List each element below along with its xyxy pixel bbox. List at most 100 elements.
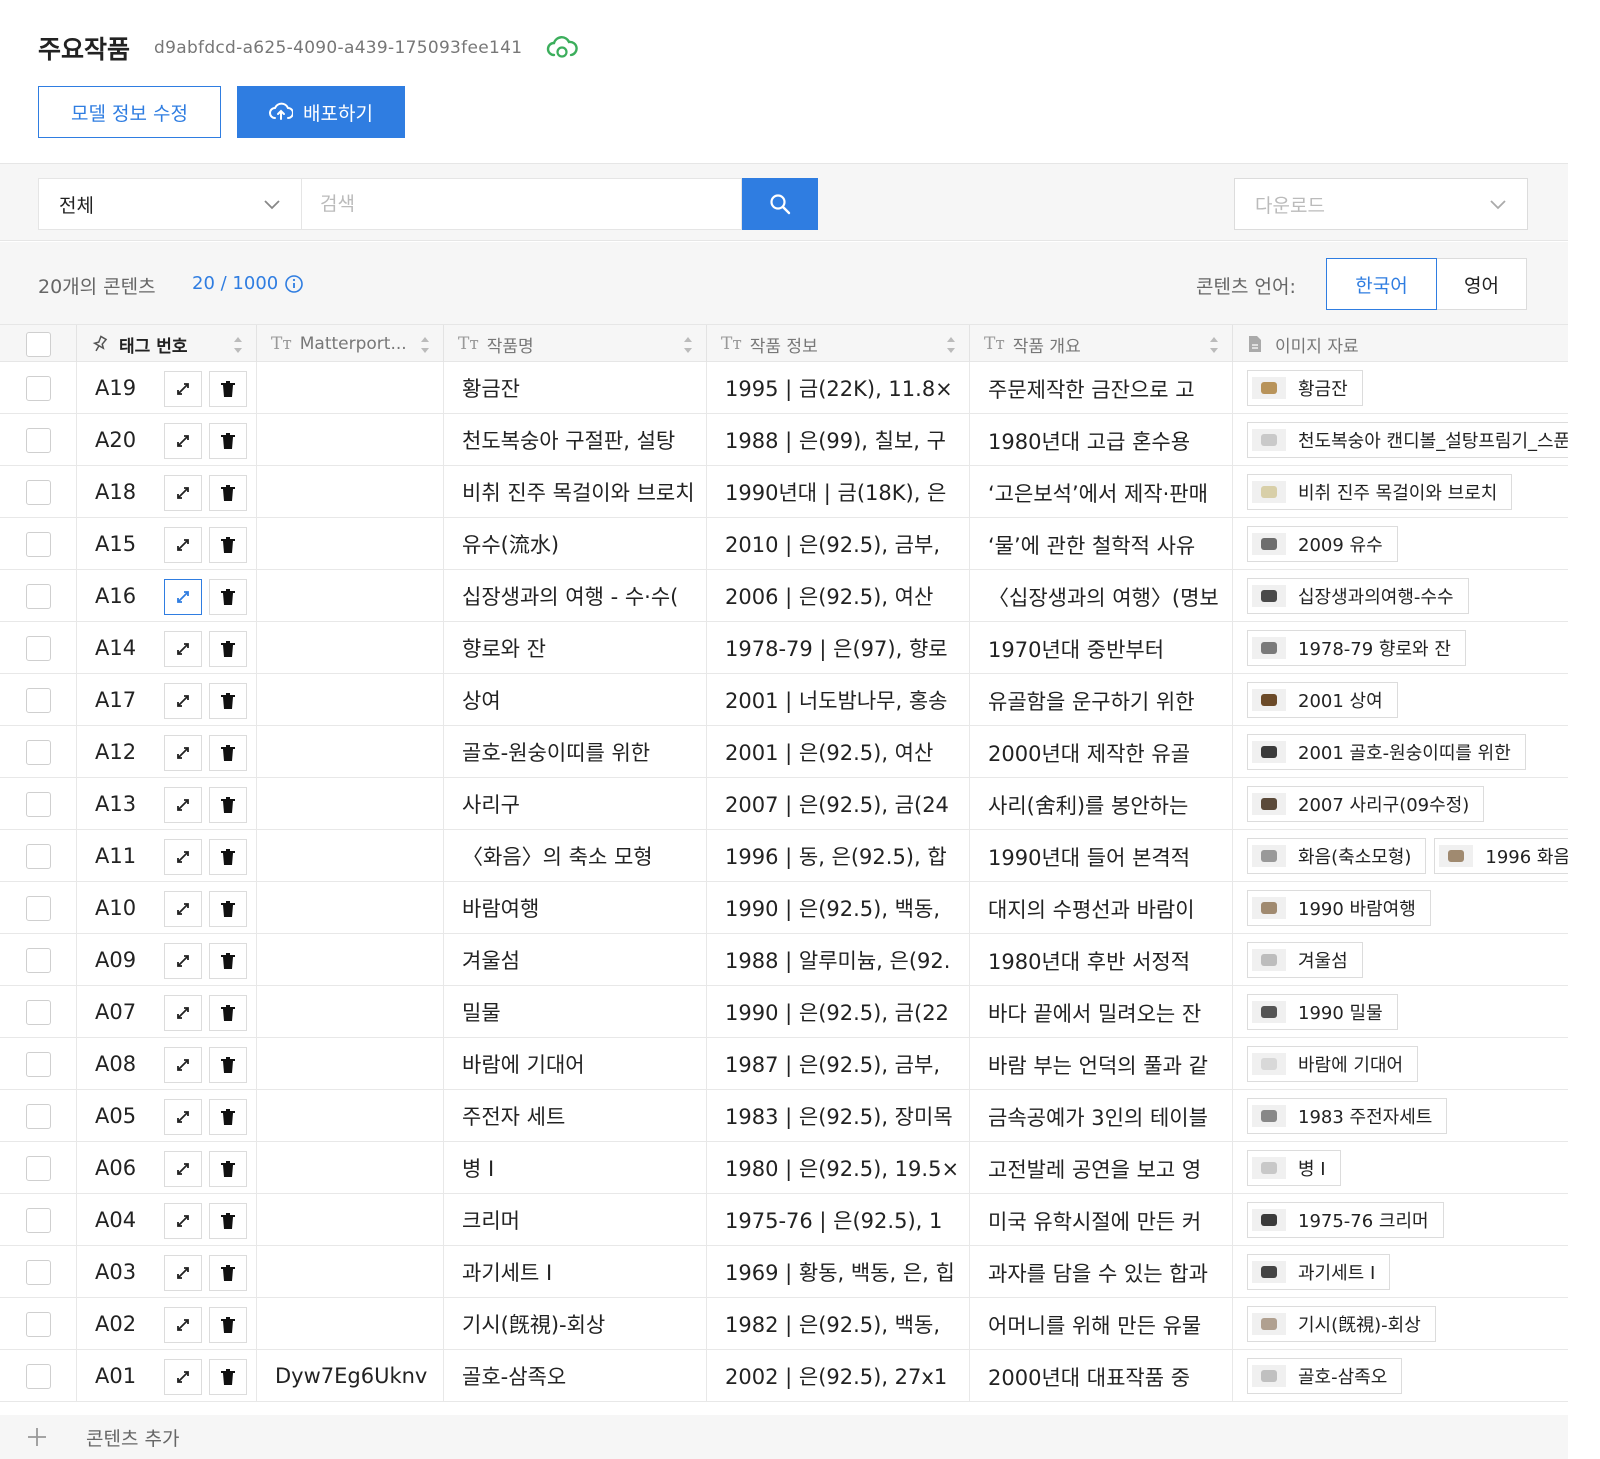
image-chip[interactable]: 1978-79 향로와 잔 xyxy=(1247,630,1466,666)
row-checkbox[interactable] xyxy=(25,843,51,869)
delete-button[interactable] xyxy=(209,1099,247,1135)
artwork-name-cell[interactable]: 골호-원숭이띠를 위한 xyxy=(444,726,707,778)
artwork-name-cell[interactable]: 유수(流水) xyxy=(444,518,707,570)
expand-button[interactable] xyxy=(164,735,202,771)
image-chip[interactable]: 겨울섬 xyxy=(1247,942,1363,978)
row-checkbox[interactable] xyxy=(25,1155,51,1181)
matterport-cell[interactable] xyxy=(257,1194,444,1246)
expand-button[interactable] xyxy=(164,579,202,615)
sort-icon[interactable] xyxy=(419,335,431,355)
artwork-name-cell[interactable]: 사리구 xyxy=(444,778,707,830)
expand-button[interactable] xyxy=(164,1359,202,1395)
delete-button[interactable] xyxy=(209,527,247,563)
row-checkbox[interactable] xyxy=(25,1051,51,1077)
delete-button[interactable] xyxy=(209,943,247,979)
artwork-name-cell[interactable]: 골호-삼족오 xyxy=(444,1350,707,1402)
artwork-overview-cell[interactable]: 과자를 담을 수 있는 합과 xyxy=(970,1246,1233,1298)
artwork-info-cell[interactable]: 1980 | 은(92.5), 19.5× xyxy=(707,1142,970,1194)
image-chip[interactable]: 1996 화음 xyxy=(1434,838,1568,874)
deploy-button[interactable]: 배포하기 xyxy=(237,86,405,138)
image-chip[interactable]: 1975-76 크리머 xyxy=(1247,1202,1444,1238)
expand-button[interactable] xyxy=(164,891,202,927)
artwork-overview-cell[interactable]: 미국 유학시절에 만든 커 xyxy=(970,1194,1233,1246)
expand-button[interactable] xyxy=(164,1099,202,1135)
delete-button[interactable] xyxy=(209,1307,247,1343)
select-all-checkbox[interactable] xyxy=(25,331,51,357)
artwork-overview-cell[interactable]: 바다 끝에서 밀려오는 잔 xyxy=(970,986,1233,1038)
expand-button[interactable] xyxy=(164,371,202,407)
matterport-cell[interactable] xyxy=(257,362,444,414)
column-header-overview[interactable]: Tт 작품 개요 xyxy=(970,325,1233,363)
row-checkbox[interactable] xyxy=(25,427,51,453)
artwork-overview-cell[interactable]: ‘고은보석’에서 제작·판매 xyxy=(970,466,1233,518)
artwork-overview-cell[interactable]: 2000년대 대표작품 중 xyxy=(970,1350,1233,1402)
artwork-info-cell[interactable]: 1990 | 은(92.5), 백동, xyxy=(707,882,970,934)
row-checkbox[interactable] xyxy=(25,583,51,609)
expand-button[interactable] xyxy=(164,1255,202,1291)
table-row[interactable]: A01 Dyw7Eg6Uknv 골호-삼족오 2002 | 은(92.5), 27x1… xyxy=(0,1350,1568,1402)
artwork-overview-cell[interactable]: 고전발레 공연을 보고 영 xyxy=(970,1142,1233,1194)
delete-button[interactable] xyxy=(209,735,247,771)
table-row[interactable]: A18 비취 진주 목걸이와 브로치 1990년대 | 금(18K), 은 ‘고은보석… xyxy=(0,466,1568,518)
expand-button[interactable] xyxy=(164,995,202,1031)
artwork-overview-cell[interactable]: 사리(舍利)를 봉안하는 xyxy=(970,778,1233,830)
delete-button[interactable] xyxy=(209,1047,247,1083)
artwork-name-cell[interactable]: 병 I xyxy=(444,1142,707,1194)
matterport-cell[interactable] xyxy=(257,986,444,1038)
delete-button[interactable] xyxy=(209,1151,247,1187)
delete-button[interactable] xyxy=(209,475,247,511)
table-row[interactable]: A02 기시(旣視)-회상 1982 | 은(92.5), 백동, 어머니를 위해 … xyxy=(0,1298,1568,1350)
table-row[interactable]: A04 크리머 1975-76 | 은(92.5), 1 미국 유학시절에 만든 커 1… xyxy=(0,1194,1568,1246)
image-chip[interactable]: 바람에 기대어 xyxy=(1247,1046,1419,1082)
category-filter-select[interactable]: 전체 xyxy=(38,178,302,230)
artwork-overview-cell[interactable]: 대지의 수평선과 바람이 xyxy=(970,882,1233,934)
artwork-overview-cell[interactable]: 어머니를 위해 만든 유물 xyxy=(970,1298,1233,1350)
row-checkbox[interactable] xyxy=(25,739,51,765)
table-row[interactable]: A03 과기세트 I 1969 | 황동, 백동, 은, 힙 과자를 담을 수 있는 … xyxy=(0,1246,1568,1298)
matterport-cell[interactable] xyxy=(257,830,444,882)
expand-button[interactable] xyxy=(164,1151,202,1187)
expand-button[interactable] xyxy=(164,1047,202,1083)
search-button[interactable] xyxy=(742,178,818,230)
artwork-info-cell[interactable]: 1969 | 황동, 백동, 은, 힙 xyxy=(707,1246,970,1298)
expand-button[interactable] xyxy=(164,683,202,719)
delete-button[interactable] xyxy=(209,995,247,1031)
artwork-info-cell[interactable]: 2001 | 은(92.5), 여산 xyxy=(707,726,970,778)
matterport-cell[interactable] xyxy=(257,1090,444,1142)
expand-button[interactable] xyxy=(164,423,202,459)
image-chip[interactable]: 십장생과의여행-수수 xyxy=(1247,578,1469,614)
artwork-info-cell[interactable]: 1988 | 알루미늄, 은(92. xyxy=(707,934,970,986)
sort-icon[interactable] xyxy=(945,335,957,355)
expand-button[interactable] xyxy=(164,475,202,511)
artwork-info-cell[interactable]: 1988 | 은(99), 칠보, 구 xyxy=(707,414,970,466)
table-row[interactable]: A19 황금잔 1995 | 금(22K), 11.8× 주문제작한 금잔으로 고 황금… xyxy=(0,362,1568,414)
matterport-cell[interactable] xyxy=(257,570,444,622)
artwork-name-cell[interactable]: 황금잔 xyxy=(444,362,707,414)
image-chip[interactable]: 2007 사리구(09수정) xyxy=(1247,786,1485,822)
table-row[interactable]: A11 〈화음〉의 축소 모형 1996 | 동, 은(92.5), 합 1990년대… xyxy=(0,830,1568,882)
artwork-info-cell[interactable]: 1995 | 금(22K), 11.8× xyxy=(707,362,970,414)
delete-button[interactable] xyxy=(209,423,247,459)
row-checkbox[interactable] xyxy=(25,1311,51,1337)
artwork-name-cell[interactable]: 비취 진주 목걸이와 브로치 xyxy=(444,466,707,518)
delete-button[interactable] xyxy=(209,1359,247,1395)
artwork-overview-cell[interactable]: 1990년대 들어 본격적 xyxy=(970,830,1233,882)
image-chip[interactable]: 과기세트 I xyxy=(1247,1254,1391,1290)
artwork-info-cell[interactable]: 2001 | 너도밤나무, 홍송 xyxy=(707,674,970,726)
edit-model-button[interactable]: 모델 정보 수정 xyxy=(38,86,221,138)
row-checkbox[interactable] xyxy=(25,479,51,505)
artwork-name-cell[interactable]: 향로와 잔 xyxy=(444,622,707,674)
artwork-info-cell[interactable]: 1990 | 은(92.5), 금(22 xyxy=(707,986,970,1038)
column-header-tag[interactable]: 태그 번호 xyxy=(77,325,257,363)
table-row[interactable]: A17 상여 2001 | 너도밤나무, 홍송 유골함을 운구하기 위한 2001 상여 xyxy=(0,674,1568,726)
delete-button[interactable] xyxy=(209,683,247,719)
table-row[interactable]: A10 바람여행 1990 | 은(92.5), 백동, 대지의 수평선과 바람이 1… xyxy=(0,882,1568,934)
artwork-info-cell[interactable]: 1996 | 동, 은(92.5), 합 xyxy=(707,830,970,882)
delete-button[interactable] xyxy=(209,891,247,927)
matterport-cell[interactable] xyxy=(257,934,444,986)
column-header-images[interactable]: 이미지 자료 xyxy=(1233,325,1568,363)
artwork-info-cell[interactable]: 1982 | 은(92.5), 백동, xyxy=(707,1298,970,1350)
matterport-cell[interactable] xyxy=(257,622,444,674)
info-icon[interactable] xyxy=(284,274,304,294)
column-header-matterport[interactable]: Tт Matterport... xyxy=(257,325,444,363)
